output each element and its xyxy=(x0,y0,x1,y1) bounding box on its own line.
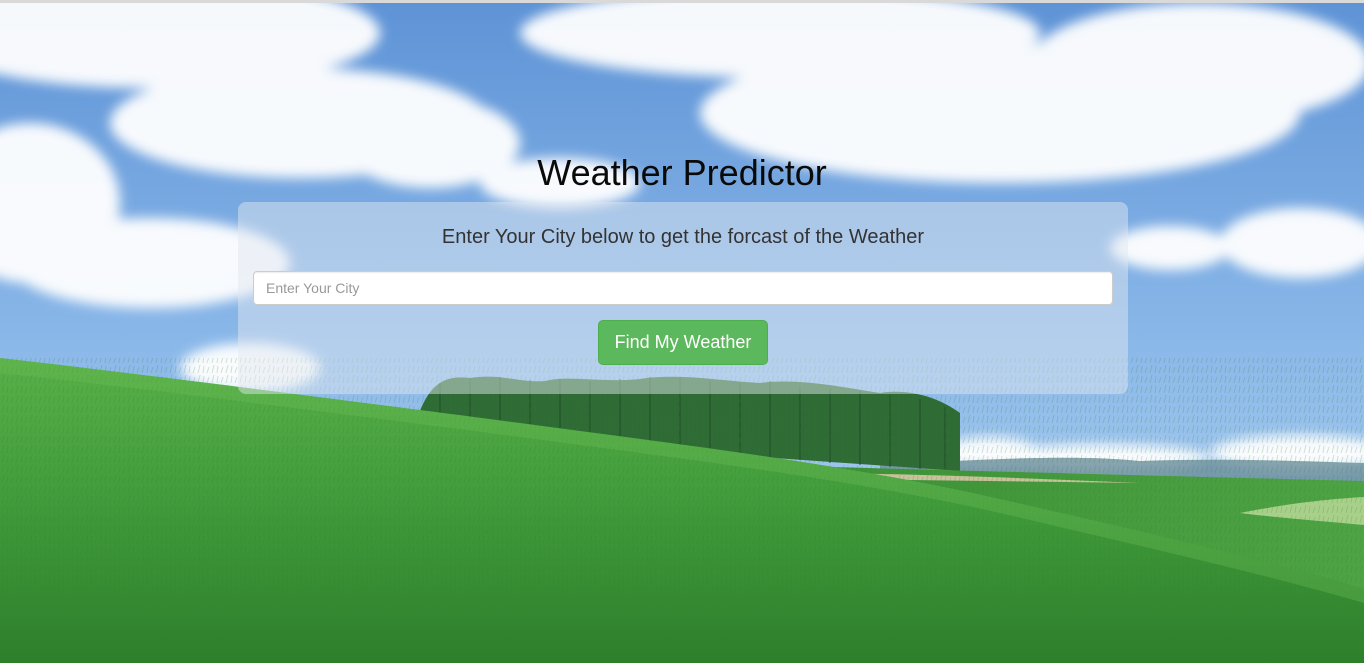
page-title: Weather Predictor xyxy=(537,152,827,193)
search-panel: Enter Your City below to get the forcast… xyxy=(238,202,1128,394)
find-weather-button[interactable]: Find My Weather xyxy=(598,320,768,365)
city-search-input[interactable] xyxy=(253,271,1113,305)
page-subtitle: Enter Your City below to get the forcast… xyxy=(441,226,925,248)
browser-top-border xyxy=(0,0,1364,3)
